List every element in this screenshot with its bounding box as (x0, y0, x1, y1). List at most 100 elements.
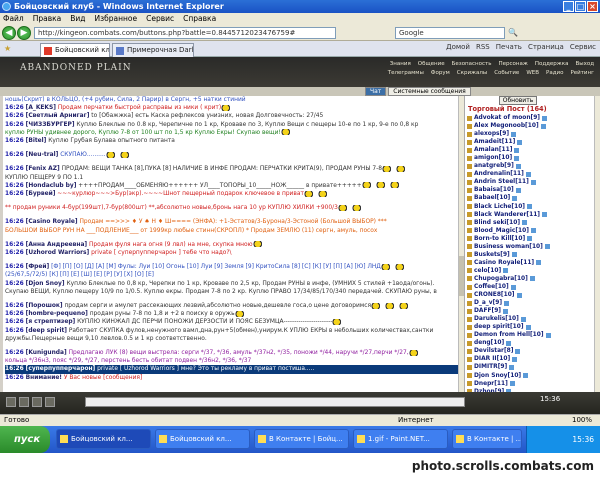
clear-icon[interactable] (32, 397, 42, 407)
user-name[interactable]: Coffee[10] (474, 283, 509, 291)
chat-timestamp[interactable]: 16:26 (5, 191, 24, 197)
nav-support[interactable]: Поддержка (535, 61, 569, 67)
user-list-item[interactable]: DIMITR[9] (467, 363, 587, 371)
rss-button[interactable]: RSS (476, 43, 490, 51)
chat-nick[interactable]: [Бурвей] (26, 191, 56, 197)
chat-timestamp[interactable]: 16:26 (5, 375, 24, 381)
user-name[interactable]: Blind seki[10] (474, 219, 520, 227)
info-icon[interactable] (529, 276, 535, 282)
chat-nick[interactable]: Внимание! (26, 375, 62, 381)
user-list-item[interactable]: Babael[10] (467, 194, 587, 202)
user-name[interactable]: Darukelis[10] (474, 315, 519, 323)
user-list-item[interactable]: DAFF[9] (467, 307, 587, 315)
user-list-item[interactable]: DIAR II[10] (467, 355, 587, 363)
user-list-item[interactable]: alexops[9] (467, 130, 587, 138)
minimize-icon[interactable]: _ (563, 1, 574, 12)
user-name[interactable]: CRONE8[10] (474, 291, 515, 299)
chat-nick[interactable]: [Casino Royale] (26, 219, 78, 225)
user-list-item[interactable]: CRONE8[10] (467, 291, 587, 299)
info-icon[interactable] (517, 139, 523, 145)
user-name[interactable]: alexops[9] (474, 130, 509, 138)
smiley-icon[interactable] (6, 397, 16, 407)
chat-nick[interactable]: [A_KEKS] (26, 105, 56, 111)
user-name[interactable]: D_a_v[9] (474, 299, 502, 307)
user-list-item[interactable]: Coffee[10] (467, 283, 587, 291)
chat-nick[interactable]: [Uzhorod Warriors] (26, 250, 90, 256)
forward-icon[interactable]: ▶ (17, 26, 31, 40)
chat-timestamp[interactable]: 16:26 (5, 281, 24, 287)
task-button[interactable]: В Контакте | Бойц... (254, 429, 349, 449)
info-icon[interactable] (530, 228, 536, 234)
tab-system-messages[interactable]: Системные сообщения (388, 87, 471, 96)
user-list-item[interactable]: Alex Megonoob[10] (467, 122, 587, 130)
search-icon[interactable]: 🔍 (508, 28, 518, 37)
nav-event[interactable]: Событие (494, 70, 519, 76)
user-name[interactable]: Dnepr[11] (474, 380, 508, 388)
info-icon[interactable] (544, 244, 550, 250)
nav-telegrams[interactable]: Телеграммы (388, 70, 424, 76)
menu-favorites[interactable]: Избранное (95, 13, 138, 25)
user-name[interactable]: Demon from Hell[10] (474, 331, 544, 339)
chat-timestamp[interactable]: 16:26 (5, 242, 24, 248)
info-icon[interactable] (512, 356, 518, 362)
user-list-item[interactable]: Djon Snoy[10] (467, 372, 587, 380)
info-icon[interactable] (520, 316, 526, 322)
chat-timestamp[interactable]: 16:26 (5, 152, 24, 158)
info-icon[interactable] (523, 373, 529, 379)
menu-edit[interactable]: Правка (33, 13, 62, 25)
info-icon[interactable] (503, 268, 509, 274)
user-name[interactable]: Devilstar[8] (474, 347, 513, 355)
user-list-item[interactable]: amigon[10] (467, 154, 587, 162)
user-name[interactable]: anatgreb[9] (474, 162, 514, 170)
chat-timestamp[interactable]: 16:26 (5, 303, 24, 309)
zoom-level[interactable]: 100% (572, 415, 592, 426)
info-icon[interactable] (536, 260, 542, 266)
user-list-item[interactable]: Black Wanderer[11] (467, 211, 587, 219)
user-list-item[interactable]: Amadeit[11] (467, 138, 587, 146)
chat-timestamp[interactable]: 16:26 (5, 366, 24, 372)
user-list-item[interactable]: celo[10] (467, 267, 587, 275)
nav-character[interactable]: Персонаж (498, 61, 527, 67)
user-name[interactable]: Babael[10] (474, 194, 510, 202)
user-list-item[interactable]: Black Liche[10] (467, 203, 587, 211)
settings-icon[interactable] (45, 397, 55, 407)
user-list-item[interactable]: Amalan[11] (467, 146, 587, 154)
tab-fight-club[interactable]: Бойцовский клуб (40, 43, 110, 57)
nav-exit[interactable]: Выход (575, 61, 594, 67)
chat-nick[interactable]: [суперпупперчарон] (26, 366, 96, 372)
info-icon[interactable] (511, 252, 517, 258)
chat-nick[interactable]: [Фрей] (26, 264, 50, 270)
chat-nick[interactable]: [ЧИЗЗБУРГЕР] (26, 122, 75, 128)
user-list-item[interactable]: Demon from Hell[10] (467, 331, 587, 339)
user-name[interactable]: Alex Megonoob[10] (474, 122, 539, 130)
info-icon[interactable] (516, 292, 522, 298)
chat-timestamp[interactable]: 16:26 (5, 319, 24, 325)
chat-timestamp[interactable]: 16:26 (5, 264, 24, 270)
nav-radio[interactable]: Радио (546, 70, 563, 76)
back-icon[interactable]: ◀ (2, 26, 16, 40)
menu-file[interactable]: Файл (3, 13, 24, 25)
chat-nick[interactable]: [deep spirit] (26, 328, 67, 334)
user-name[interactable]: DIMITR[9] (474, 363, 507, 371)
filter-icon[interactable] (19, 397, 29, 407)
search-input[interactable]: Google (395, 27, 505, 39)
info-icon[interactable] (525, 324, 531, 330)
close-icon[interactable]: × (587, 1, 598, 12)
start-button[interactable]: пуск (0, 426, 50, 453)
chat-timestamp[interactable]: 16:26 (5, 183, 24, 189)
refresh-button[interactable]: Обновить (499, 96, 537, 105)
info-icon[interactable] (530, 179, 536, 185)
info-icon[interactable] (514, 147, 520, 153)
info-icon[interactable] (540, 123, 546, 129)
user-name[interactable]: deng[10] (474, 339, 504, 347)
user-name[interactable]: DIAR II[10] (474, 355, 510, 363)
user-name[interactable]: Black Wanderer[11] (474, 211, 540, 219)
nav-rating[interactable]: Рейтинг (570, 70, 594, 76)
user-name[interactable]: Djon Snoy[10] (474, 372, 521, 380)
user-list-item[interactable]: Babaisa[10] (467, 186, 587, 194)
user-name[interactable]: Chupogabra[10] (474, 275, 528, 283)
user-name[interactable]: Advokat of moon[9] (474, 114, 540, 122)
task-button[interactable]: Бойцовский кл... (56, 429, 151, 449)
info-icon[interactable] (545, 332, 551, 338)
user-list-item[interactable]: Andrin Steel[11] (467, 178, 587, 186)
